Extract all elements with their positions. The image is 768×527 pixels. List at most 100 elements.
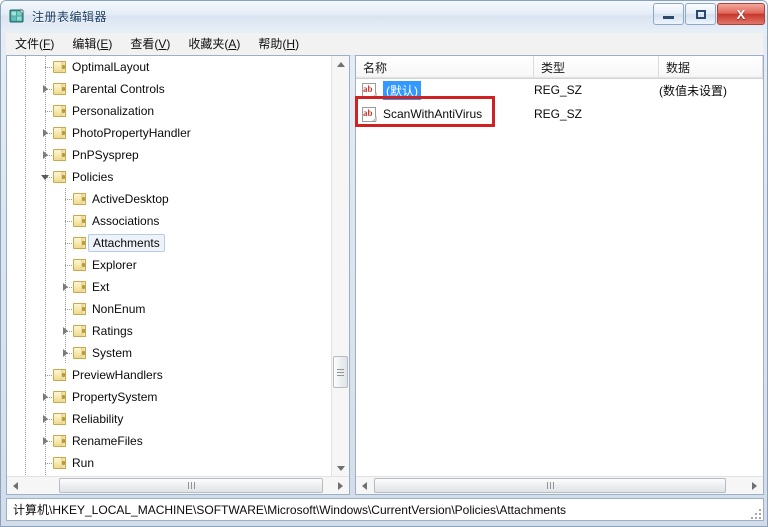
tree-item-optimallayout[interactable]: OptimalLayout xyxy=(7,56,332,78)
chevron-down-icon xyxy=(336,466,345,471)
value-list-body[interactable]: ab (默认) REG_SZ (数值未设置) ab ScanWithAntiVirus RE… xyxy=(356,78,746,477)
tree-item-activedesktop[interactable]: ActiveDesktop xyxy=(7,188,332,210)
chevron-left-icon xyxy=(13,481,18,490)
list-horizontal-thumb[interactable] xyxy=(374,478,726,493)
expand-triangle-icon[interactable] xyxy=(40,84,51,95)
tree-scroll-right-button[interactable] xyxy=(332,477,349,494)
expand-triangle-icon[interactable] xyxy=(40,414,51,425)
tree-item-nonenum[interactable]: NonEnum xyxy=(7,298,332,320)
tree-item-ext[interactable]: Ext xyxy=(7,276,332,298)
value-row[interactable]: ab ScanWithAntiVirus REG_SZ xyxy=(356,102,746,126)
tree-item-label: RenameFiles xyxy=(72,434,143,448)
tree-item-reliability[interactable]: Reliability xyxy=(7,408,332,430)
value-list-pane: 名称 类型 数据 ab (默认) REG_SZ (数值未设置) ab ScanWithAnti… xyxy=(355,55,764,495)
tree-horizontal-scrollbar[interactable] xyxy=(7,476,349,494)
grip-icon xyxy=(337,367,344,378)
chevron-up-icon xyxy=(336,62,345,67)
tree-item-parental-controls[interactable]: Parental Controls xyxy=(7,78,332,100)
tree-item-pnpsysprep[interactable]: PnPSysprep xyxy=(7,144,332,166)
tree-item-renamefiles[interactable]: RenameFiles xyxy=(7,430,332,452)
list-scroll-right-button[interactable] xyxy=(746,477,763,494)
tree-item-label: Reliability xyxy=(72,412,124,426)
expand-triangle-icon[interactable] xyxy=(40,436,51,447)
grip-icon xyxy=(546,482,554,489)
registry-key-folder-icon xyxy=(53,104,68,118)
expand-triangle-icon[interactable] xyxy=(60,282,71,293)
registry-key-folder-icon xyxy=(53,170,68,184)
list-horizontal-scrollbar[interactable] xyxy=(356,476,763,494)
tree-vertical-scrollbar[interactable] xyxy=(331,56,349,477)
tree-item-associations[interactable]: Associations xyxy=(7,210,332,232)
tree-item-label: NonEnum xyxy=(92,302,146,316)
current-key-path: 计算机\HKEY_LOCAL_MACHINE\SOFTWARE\Microsof… xyxy=(13,503,567,517)
tree-scroll-up-button[interactable] xyxy=(332,56,349,73)
registry-key-folder-icon xyxy=(53,412,68,426)
value-row[interactable]: ab (默认) REG_SZ (数值未设置) xyxy=(356,78,746,102)
tree-item-label: PropertySystem xyxy=(72,390,158,404)
window-title: 注册表编辑器 xyxy=(32,9,108,24)
tree-item-label: PnPSysprep xyxy=(72,148,139,162)
value-type: REG_SZ xyxy=(534,83,583,97)
tree-item-propertysystem[interactable]: PropertySystem xyxy=(7,386,332,408)
tree-item-explorer[interactable]: Explorer xyxy=(7,254,332,276)
registry-key-folder-icon xyxy=(73,302,88,316)
menu-item-1[interactable]: 文件(F) xyxy=(6,34,63,54)
tree-item-photopropertyhandler[interactable]: PhotoPropertyHandler xyxy=(7,122,332,144)
tree-item-run[interactable]: Run xyxy=(7,452,332,474)
menu-item-3[interactable]: 查看(V) xyxy=(121,34,179,54)
tree-item-label: ActiveDesktop xyxy=(92,192,169,206)
value-type: REG_SZ xyxy=(534,107,583,121)
tree-item-label: Attachments xyxy=(88,234,165,252)
expand-triangle-icon[interactable] xyxy=(40,128,51,139)
tree-item-personalization[interactable]: Personalization xyxy=(7,100,332,122)
close-button[interactable]: X xyxy=(717,3,765,25)
tree-item-system[interactable]: System xyxy=(7,342,332,364)
list-scroll-left-button[interactable] xyxy=(356,477,373,494)
maximize-button[interactable] xyxy=(685,3,716,25)
tree-item-attachments[interactable]: Attachments xyxy=(7,232,332,254)
tree-item-previewhandlers[interactable]: PreviewHandlers xyxy=(7,364,332,386)
registry-key-folder-icon xyxy=(53,456,68,470)
key-tree[interactable]: OptimalLayout Parental Controls Personaliz… xyxy=(7,56,332,477)
tree-item-label: OptimalLayout xyxy=(72,60,150,74)
tree-item-label: Parental Controls xyxy=(72,82,165,96)
tree-item-label: Policies xyxy=(72,170,114,184)
tree-item-label: Ext xyxy=(92,280,110,294)
maximize-icon xyxy=(695,9,706,19)
string-value-icon: ab xyxy=(362,82,378,98)
menu-item-4[interactable]: 收藏夹(A) xyxy=(179,34,249,54)
value-list-header: 名称 类型 数据 xyxy=(356,56,763,79)
minimize-button[interactable] xyxy=(653,3,684,25)
expand-triangle-icon[interactable] xyxy=(60,326,71,337)
column-header-1[interactable]: 名称 xyxy=(356,56,534,78)
value-name: ScanWithAntiVirus xyxy=(383,107,483,121)
collapse-triangle-icon[interactable] xyxy=(40,172,51,183)
resize-grip-icon[interactable] xyxy=(749,507,761,519)
tree-item-label: Explorer xyxy=(92,258,137,272)
tree-horizontal-thumb[interactable] xyxy=(59,478,323,493)
tree-item-policies[interactable]: Policies xyxy=(7,166,332,188)
menu-item-5[interactable]: 帮助(H) xyxy=(249,34,308,54)
registry-key-folder-icon xyxy=(73,346,88,360)
tree-vertical-thumb[interactable] xyxy=(333,356,348,388)
registry-key-folder-icon xyxy=(53,60,68,74)
expand-triangle-icon[interactable] xyxy=(40,392,51,403)
tree-item-label: Personalization xyxy=(72,104,155,118)
tree-scroll-down-button[interactable] xyxy=(332,460,349,477)
title-bar[interactable]: 注册表编辑器 X xyxy=(1,1,767,31)
column-header-2[interactable]: 类型 xyxy=(534,56,659,78)
tree-scroll-left-button[interactable] xyxy=(7,477,24,494)
expand-triangle-icon[interactable] xyxy=(60,348,71,359)
column-header-3[interactable]: 数据 xyxy=(659,56,763,78)
tree-item-ratings[interactable]: Ratings xyxy=(7,320,332,342)
menu-item-2[interactable]: 编辑(E) xyxy=(63,34,121,54)
expand-triangle-icon[interactable] xyxy=(40,150,51,161)
status-bar: 计算机\HKEY_LOCAL_MACHINE\SOFTWARE\Microsof… xyxy=(6,498,764,521)
value-name: (默认) xyxy=(383,80,421,100)
